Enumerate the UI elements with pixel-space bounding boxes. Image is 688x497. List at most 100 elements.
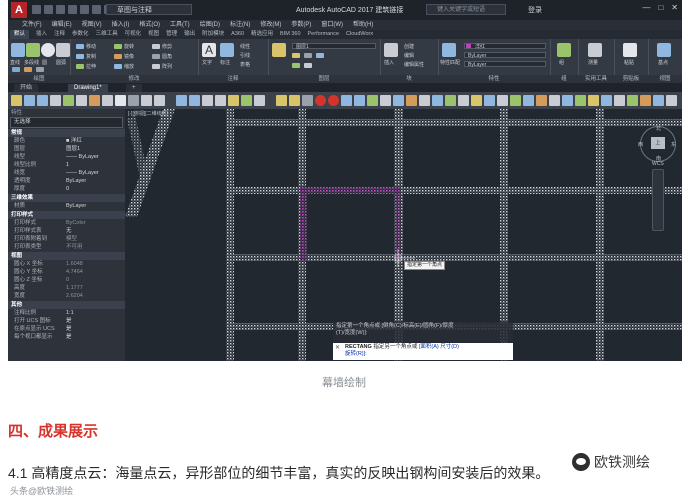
menu-edit[interactable]: 编辑(E) [52,20,72,30]
rectangle-icon[interactable] [12,67,20,72]
viewcube-east[interactable]: 东 [671,141,676,148]
copy-icon[interactable] [76,54,84,59]
undo-icon[interactable] [92,5,101,14]
panel-view-label[interactable]: 视图 [648,75,682,83]
property-row[interactable]: 打开 UCS 图标 是 [8,317,125,325]
tool-qnew-icon[interactable] [11,95,22,106]
tab-view[interactable]: 视图 [148,30,159,39]
block-create-label[interactable]: 创建 [404,43,414,50]
property-row[interactable]: 透明度 ByLayer [8,177,125,185]
tab-manage[interactable]: 管理 [166,30,177,39]
viewcube-north[interactable]: 北 [656,125,661,132]
tab-performance[interactable]: Performance [308,30,340,39]
measure-icon[interactable] [588,43,602,57]
panel-annotation-label[interactable]: 注释 [198,75,268,83]
panel-clipboard-label[interactable]: 剪贴板 [614,75,648,83]
properties-section-header[interactable]: 视图 [8,252,125,260]
property-row[interactable]: 高度 1.1777 [8,284,125,292]
property-row[interactable]: 圆心 Z 坐标 0 [8,276,125,284]
tool-stop2-icon[interactable] [328,95,339,106]
tool-view15-icon[interactable] [523,95,534,106]
tool-view24-icon[interactable] [640,95,651,106]
property-row[interactable]: 在原点显示 UCS 是 [8,325,125,333]
property-value[interactable]: ByLayer [66,202,125,210]
property-row[interactable]: 线型 —— ByLayer [8,153,125,161]
tool-cut-icon[interactable] [89,95,100,106]
property-row[interactable]: 每个视口都显示 是 [8,333,125,341]
open-icon[interactable] [44,5,53,14]
property-value[interactable]: 2.6204 [66,292,125,300]
block-attr-label[interactable]: 编辑属性 [404,61,424,68]
menu-window[interactable]: 窗口(W) [321,20,343,30]
tab-drawing1[interactable]: Drawing1* [68,84,108,92]
command-options-2[interactable]: 旋转(R)]: [345,351,510,358]
tool-view4-icon[interactable] [380,95,391,106]
tool-view12-icon[interactable] [484,95,495,106]
array-icon[interactable] [152,64,160,69]
rotate-icon[interactable] [114,44,122,49]
trim-icon[interactable] [152,44,160,49]
layer-properties-icon[interactable] [272,43,286,57]
stretch-icon[interactable] [76,64,84,69]
tab-start[interactable]: 开始 [14,84,39,92]
tool-view19-icon[interactable] [575,95,586,106]
layer-freeze-icon[interactable] [304,53,312,58]
search-input[interactable]: 键入关键字或短语 [426,4,506,15]
panel-modify-label[interactable]: 修改 [70,75,198,83]
menu-modify[interactable]: 修改(M) [260,20,281,30]
property-value[interactable]: —— ByLayer [66,153,125,161]
menu-draw[interactable]: 绘图(D) [200,20,220,30]
circle-icon[interactable] [41,43,55,57]
tab-a360[interactable]: A360 [231,30,244,39]
property-row[interactable]: 打印表附着到 模型 [8,235,125,243]
property-value[interactable]: 不可用 [66,243,125,251]
tool-view23-icon[interactable] [627,95,638,106]
minimize-button[interactable]: — [642,3,650,12]
tool-stop-icon[interactable] [315,95,326,106]
block-edit-label[interactable]: 编辑 [404,52,414,59]
autocad-logo[interactable]: A [11,2,27,18]
tool-view10-icon[interactable] [458,95,469,106]
property-row[interactable]: 圆心 Y 坐标 4.7464 [8,268,125,276]
tool-view1-icon[interactable] [341,95,352,106]
property-row[interactable]: 材质 ByLayer [8,202,125,210]
properties-section-header[interactable]: 其他 [8,301,125,309]
tool-designcenter-icon[interactable] [228,95,239,106]
viewcube[interactable]: 北 西 上 东 南 [638,125,676,162]
workspace-dropdown[interactable]: 草图与注释 [106,4,192,15]
property-row[interactable]: 线宽 —— ByLayer [8,169,125,177]
properties-section-header[interactable]: 常规 [8,129,125,137]
tool-layer-icon[interactable] [276,95,287,106]
tool-layer2-icon[interactable] [289,95,300,106]
ellipse-icon[interactable] [36,67,44,72]
property-value[interactable]: 0 [66,276,125,284]
navigation-bar[interactable] [652,169,664,231]
panel-utilities-label[interactable]: 实用工具 [578,75,614,83]
tool-redo-icon[interactable] [154,95,165,106]
tool-view6-icon[interactable] [406,95,417,106]
new-tab-button[interactable]: + [126,84,142,92]
layer-combo[interactable]: 图层1 [292,43,376,50]
layer-lock-icon[interactable] [316,53,324,58]
selection-dropdown[interactable]: 无选择 [10,117,123,128]
line-icon[interactable] [11,43,25,57]
layer-on-icon[interactable] [292,53,300,58]
viewcube-top-face[interactable]: 上 [651,137,665,149]
panel-draw-label[interactable]: 绘图 [8,75,70,83]
color-combo[interactable]: 洋红 [464,43,546,50]
new-icon[interactable] [32,5,41,14]
tool-view5-icon[interactable] [393,95,404,106]
property-value[interactable]: 无 [66,227,125,235]
menu-insert[interactable]: 插入(I) [112,20,130,30]
property-value[interactable]: ■ 洋红 [66,137,125,145]
tool-zoom-prev-icon[interactable] [202,95,213,106]
tool-view13-icon[interactable] [497,95,508,106]
property-row[interactable]: 线型比例 1 [8,161,125,169]
annot-leader-label[interactable]: 引线 [240,52,250,59]
lineweight-combo[interactable]: ByLayer [464,61,546,68]
layer-match-icon[interactable] [292,63,300,68]
menu-parametric[interactable]: 参数(P) [291,20,311,30]
tab-visualize[interactable]: 可视化 [125,30,142,39]
tab-bim360[interactable]: BIM 360 [280,30,300,39]
properties-section-header[interactable]: 三维效果 [8,194,125,202]
